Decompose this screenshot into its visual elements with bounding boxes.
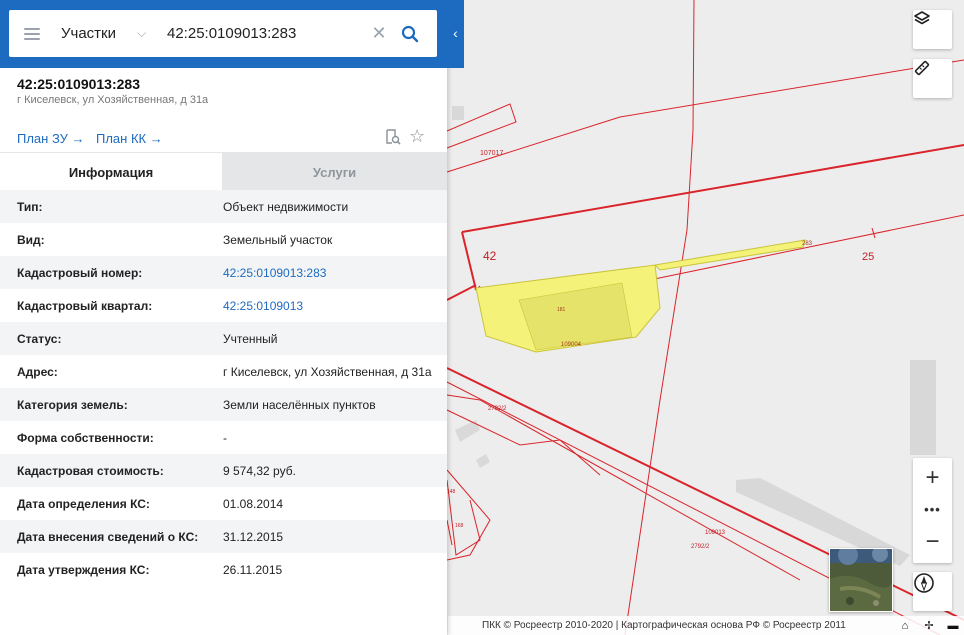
collapse-panel-button[interactable]: ‹ [447, 22, 464, 44]
compass-icon [914, 573, 934, 593]
object-title: 42:25:0109013:283 [17, 76, 140, 92]
info-table: Тип: Объект недвижимости Вид: Земельный … [0, 190, 447, 586]
satellite-minimap[interactable] [829, 548, 893, 612]
info-key: Форма собственности: [17, 431, 154, 445]
search-input[interactable] [167, 18, 367, 49]
info-key: Тип: [17, 200, 43, 214]
info-row-cadastral-quarter: Кадастровый квартал: 42:25:0109013 [0, 289, 447, 322]
zoom-controls: + ••• − [913, 458, 952, 563]
map-label-quarter-25: 25 [862, 251, 874, 263]
selected-parcel-strip[interactable] [653, 239, 806, 271]
map-attribution: ПКК © Росреестр 2010-2020 | Картографиче… [448, 616, 964, 635]
info-key: Дата утверждения КС: [17, 563, 150, 577]
map-label-parcel: 148 [447, 489, 456, 495]
object-address: г Киселевск, ул Хозяйственная, д 31а [17, 94, 209, 106]
info-value: - [223, 431, 227, 445]
crosshair-icon[interactable]: ✢ [920, 619, 938, 633]
star-icon: ☆ [409, 126, 426, 146]
favorite-button[interactable]: ☆ [409, 126, 429, 146]
info-row-approval-date: Дата утверждения КС: 26.11.2015 [0, 553, 447, 586]
layers-button[interactable] [913, 10, 952, 49]
document-search-icon [386, 129, 401, 145]
satellite-thumbnail [830, 549, 892, 611]
chevron-down-icon: ⌵ [137, 26, 147, 40]
plan-kk-link[interactable]: План КК → [96, 131, 163, 146]
clear-search-button[interactable]: ✕ [367, 23, 391, 44]
plan-zu-link[interactable]: План ЗУ → [17, 131, 85, 146]
document-search-button[interactable] [384, 128, 402, 146]
layers-icon [914, 11, 930, 25]
info-row-address: Адрес: г Киселевск, ул Хозяйственная, д … [0, 355, 447, 388]
map-label-parcel: 107017 [480, 150, 503, 157]
info-row-ownership: Форма собственности: - [0, 421, 447, 454]
info-value: 01.08.2014 [223, 497, 284, 511]
compass-button[interactable] [913, 572, 952, 611]
tab-services[interactable]: Услуги [222, 153, 447, 191]
map-building [910, 360, 936, 455]
info-key: Дата определения КС: [17, 497, 150, 511]
cadastral-quarter-link[interactable]: 42:25:0109013 [223, 298, 433, 314]
search-box: Участки ⌵ ✕ [9, 10, 437, 57]
menu-button[interactable] [9, 10, 55, 57]
zoom-in-button[interactable]: + [913, 458, 952, 498]
map-label-quarter-42: 42 [483, 249, 497, 263]
search-button[interactable] [391, 10, 429, 57]
info-value: Объект недвижимости [223, 200, 349, 214]
hamburger-icon [24, 27, 40, 40]
cadastral-number-link[interactable]: 42:25:0109013:283 [223, 265, 433, 281]
map-label-parcel: 109004 [561, 342, 582, 348]
info-row-status: Статус: Учтенный [0, 322, 447, 355]
zoom-out-button[interactable]: − [913, 520, 952, 563]
panel-tabs: Информация Услуги [0, 152, 447, 191]
map-label-parcel: 181 [557, 307, 566, 313]
map-label-parcel: 283 [802, 241, 813, 247]
copyright-text: ПКК © Росреестр 2010-2020 | Картографиче… [482, 620, 846, 631]
info-key: Кадастровый номер: [17, 266, 143, 280]
info-key: Категория земель: [17, 398, 128, 412]
info-key: Кадастровый квартал: [17, 299, 153, 313]
layer-select[interactable]: Участки ⌵ [55, 10, 167, 57]
info-row-kind: Вид: Земельный участок [0, 223, 447, 256]
info-row-cadastral-number: Кадастровый номер: 42:25:0109013:283 [0, 256, 447, 289]
info-key: Адрес: [17, 365, 58, 379]
map-label-parcel: 168 [455, 523, 464, 529]
map-label-parcel: 2792/2 [691, 544, 710, 550]
map-label-parcel: 109013 [705, 530, 726, 536]
ruler-button[interactable] [913, 59, 952, 98]
map-building [452, 106, 464, 120]
tab-information[interactable]: Информация [0, 153, 222, 191]
info-key: Дата внесения сведений о КС: [17, 530, 199, 544]
info-row-entry-date: Дата внесения сведений о КС: 31.12.2015 [0, 520, 447, 553]
map-label-parcel: 2792/2 [488, 406, 507, 412]
window-icon[interactable]: ▬ [944, 619, 962, 633]
info-row-cadastral-value: Кадастровая стоимость: 9 574,32 руб. [0, 454, 447, 487]
info-key: Кадастровая стоимость: [17, 464, 164, 478]
info-value: Учтенный [223, 332, 278, 346]
info-key: Вид: [17, 233, 45, 247]
search-bar: Участки ⌵ ✕ ‹ [0, 0, 464, 68]
info-value: 26.11.2015 [223, 563, 283, 577]
map-building [455, 420, 480, 442]
info-row-type: Тип: Объект недвижимости [0, 190, 447, 223]
home-icon[interactable]: ⌂ [896, 619, 914, 633]
info-value: г Киселевск, ул Хозяйственная, д 31а [223, 365, 432, 379]
info-value: Земельный участок [223, 233, 333, 247]
info-key: Статус: [17, 332, 62, 346]
info-row-land-category: Категория земель: Земли населённых пункт… [0, 388, 447, 421]
info-value: 31.12.2015 [223, 530, 284, 544]
info-row-value-date: Дата определения КС: 01.08.2014 [0, 487, 447, 520]
info-value: Земли населённых пунктов [223, 398, 376, 412]
map-building [476, 454, 490, 468]
layer-select-value: Участки [61, 25, 116, 42]
more-tools-button[interactable]: ••• [913, 498, 952, 520]
ruler-icon [914, 60, 930, 76]
search-icon [401, 25, 419, 42]
info-panel: Участки ⌵ ✕ ‹ 42:25:0109013:283 г Киселе… [0, 0, 464, 635]
info-value: 9 574,32 руб. [223, 464, 296, 478]
